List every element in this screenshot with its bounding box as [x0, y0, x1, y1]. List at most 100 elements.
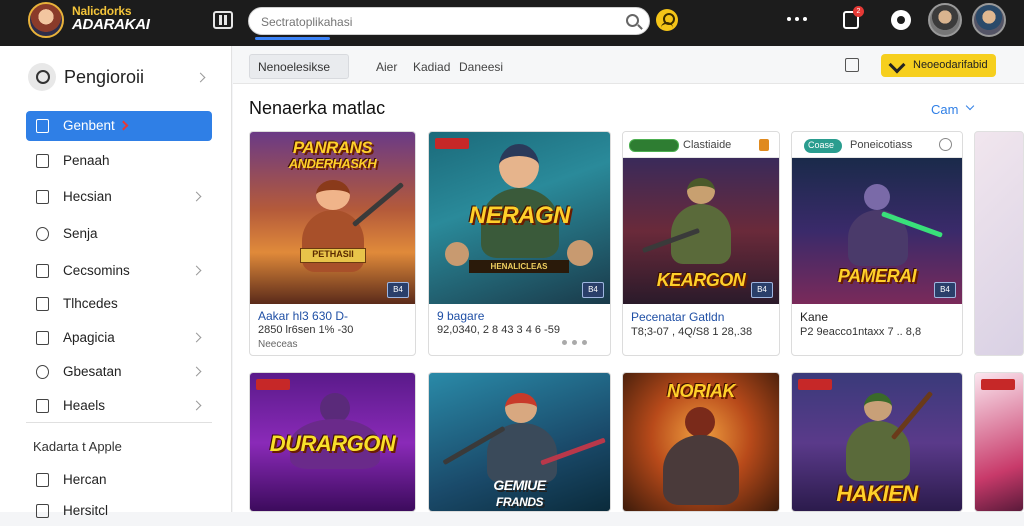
sidebar-item-apagicia[interactable]: Apagicia [26, 323, 212, 353]
sidebar-item-label: Hersitcl [63, 503, 109, 518]
sidebar-search[interactable]: Pengioroii [26, 60, 216, 94]
search-icon[interactable] [626, 14, 639, 27]
sidebar-item-heaels[interactable]: Heaels [26, 391, 212, 421]
more-options-icon[interactable] [787, 17, 807, 23]
chevron-right-icon [191, 366, 202, 377]
gear-icon [36, 365, 49, 379]
calendar-icon [36, 473, 49, 487]
card-title: 9 bagare [437, 309, 485, 323]
sidebar-item-genbent[interactable]: Genbent [26, 111, 212, 141]
game-card[interactable]: NERAGN HENALICLEAS B4 9 bagare 92,0340, … [428, 131, 611, 356]
game-art-title: GEMIUE [493, 477, 546, 493]
card-strip-label: Clastiaide [683, 139, 732, 151]
game-card[interactable]: NORIAK [622, 372, 780, 512]
tab-aier[interactable]: Aier [376, 60, 397, 74]
panel-toggle-icon[interactable] [213, 11, 233, 29]
settings-gear-icon[interactable] [891, 10, 911, 30]
sidebar-item-senja[interactable]: Senja [26, 219, 212, 249]
primary-action-button[interactable]: Neoeodarifabid [881, 54, 996, 77]
card-subtitle: 2850 lr6sen 1% -30 [258, 324, 354, 336]
user-account-icon[interactable] [656, 9, 678, 31]
chevron-right-icon [195, 72, 206, 83]
weapon [351, 182, 405, 227]
new-badge [798, 379, 832, 390]
game-card-partial[interactable] [974, 372, 1024, 512]
card-title: Pecenatar Gatldn [631, 310, 725, 324]
avatar[interactable] [928, 3, 962, 37]
game-card[interactable]: Coase Poneicotiass PAMERAI B4 Kane P2 9e… [791, 131, 963, 356]
document-icon [36, 154, 49, 168]
game-thumbnail: NORIAK [623, 373, 779, 511]
app-logo[interactable]: Nalicdorks ADARAKAI [72, 5, 172, 33]
game-card[interactable]: PANRANS ANDERHASKH PETHASII B4 Aakar hl3… [249, 131, 416, 356]
card-strip-label: Poneicotiass [850, 139, 913, 151]
card-header-strip: Clastiaide [623, 132, 779, 158]
character-head [864, 184, 890, 210]
character-head [687, 178, 715, 204]
game-thumbnail: KEARGON B4 [623, 158, 779, 304]
sidebar-item-label: Penaah [63, 153, 110, 168]
game-art-title: DURARGON [269, 431, 396, 456]
character-head [316, 180, 350, 210]
game-card-partial[interactable] [974, 131, 1024, 356]
info-icon[interactable] [939, 138, 952, 151]
sidebar-item-label: Heaels [63, 398, 106, 413]
sidebar-item-hecsian[interactable]: Hecsian [26, 182, 212, 212]
game-art-title: PANRANS [292, 138, 373, 157]
game-banner: HENALICLEAS [469, 260, 569, 273]
sidebar-item-label: Hecsian [63, 189, 112, 204]
card-caption: Neeceas [258, 339, 298, 350]
logo-avatar[interactable] [28, 2, 64, 38]
tab-kadiad[interactable]: Kadiad [413, 60, 450, 74]
chevron-right-icon [191, 400, 202, 411]
avatar-secondary[interactable] [972, 3, 1006, 37]
search-input[interactable] [261, 13, 611, 31]
primary-action-label: Neoeodarifabid [913, 59, 988, 71]
sidebar-item-hercan[interactable]: Hercan [26, 465, 212, 495]
game-card[interactable]: DURARGON [249, 372, 416, 512]
game-thumbnail: NERAGN HENALICLEAS B4 [429, 132, 610, 304]
game-thumbnail: PAMERAI B4 [792, 158, 962, 304]
card-subtitle: 92,0340, 2 8 43 3 4 6 -59 [437, 324, 560, 336]
game-art-subtitle: FRANDS [496, 495, 544, 509]
main-content: Nenoelesikse Aier Kadiad Daneesi Neoeoda… [233, 46, 1024, 512]
tab-main[interactable]: Nenoelesikse [249, 54, 349, 79]
chevron-right-icon [191, 191, 202, 202]
game-art-subtitle: ANDERHASKH [288, 156, 377, 171]
section-title: Nenaerka matlac [249, 98, 386, 118]
game-art-title: NERAGN [468, 202, 571, 229]
card-title: Aakar hl3 630 D- [258, 309, 349, 323]
sidebar-item-hersitcl[interactable]: Hersitcl [26, 496, 212, 526]
more-dots-icon[interactable] [562, 340, 596, 346]
dashboard-icon [36, 119, 49, 133]
notification-badge: 2 [853, 6, 864, 17]
chevron-right-icon [191, 265, 202, 276]
character-head [864, 393, 892, 421]
sidebar-item-penaah[interactable]: Penaah [26, 146, 212, 176]
folder-icon [36, 190, 49, 204]
game-thumbnail: DURARGON [250, 373, 415, 511]
sidebar-section-title: Kadarta t Apple [33, 439, 122, 454]
game-card[interactable]: Clastiaide KEARGON B4 Pecenatar Gatldn T… [622, 131, 780, 356]
lock-icon [36, 264, 49, 278]
chevron-down-icon[interactable] [965, 101, 975, 111]
ally-head [445, 242, 469, 266]
section-view-all-link[interactable]: Cam [931, 102, 958, 117]
game-art-title: HAKIEN [836, 481, 918, 506]
card-subtitle: P2 9eacco1ntaxx 7 .. 8,8 [800, 326, 922, 338]
sidebar-item-tlhcedes[interactable]: Tlhcedes [26, 289, 212, 319]
sidebar-item-label: Apagicia [63, 330, 115, 345]
sidebar-item-label: Genbent [63, 118, 115, 133]
search-box[interactable] [248, 7, 650, 35]
game-card[interactable]: HAKIEN [791, 372, 963, 512]
tab-daneesi[interactable]: Daneesi [459, 60, 503, 74]
sidebar-item-gbesatan[interactable]: Gbesatan [26, 357, 212, 387]
file-icon [36, 504, 49, 518]
layout-icon[interactable] [845, 58, 859, 72]
character-head [505, 393, 537, 423]
new-badge [435, 138, 469, 149]
game-banner: PETHASII [300, 248, 366, 263]
sidebar-item-cecsomins[interactable]: Cecsomins [26, 256, 212, 286]
tab-bar: Nenoelesikse Aier Kadiad Daneesi Neoeoda… [233, 46, 1024, 84]
game-card[interactable]: GEMIUE FRANDS [428, 372, 611, 512]
